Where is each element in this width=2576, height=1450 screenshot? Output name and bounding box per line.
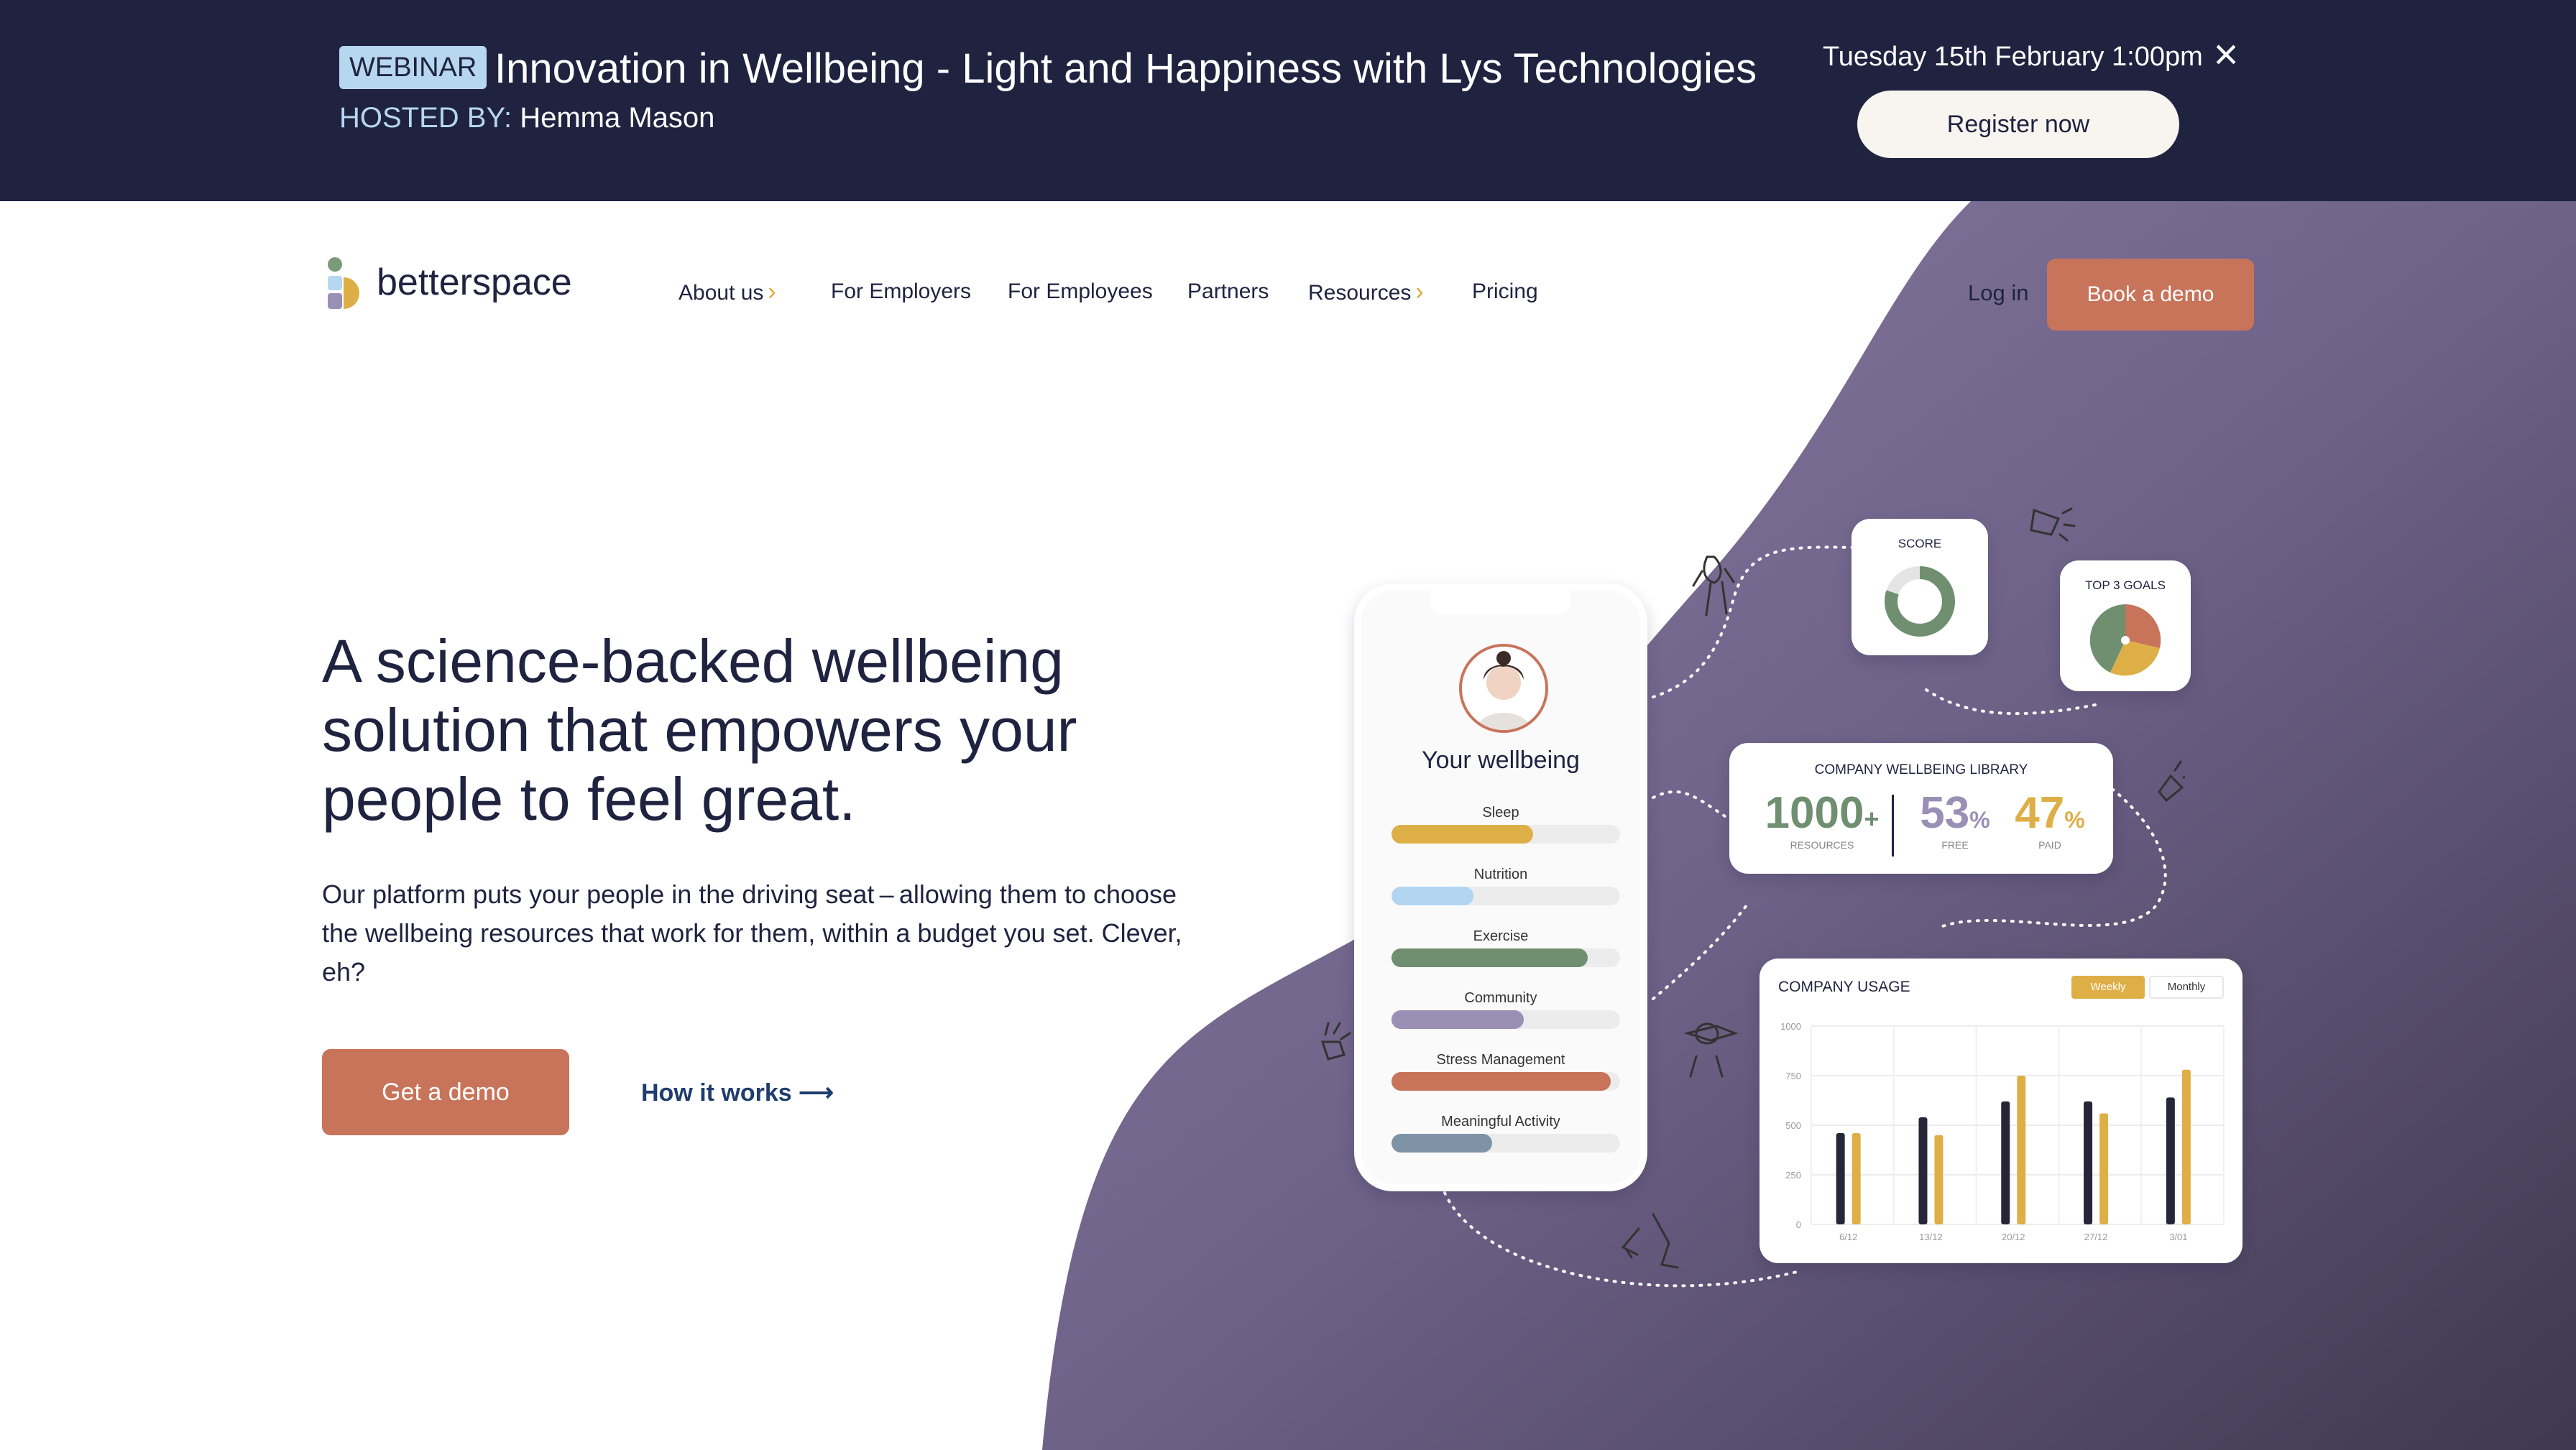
y-tick-label: 500	[1785, 1120, 1801, 1131]
webinar-title[interactable]: Innovation in Wellbeing - Light and Happ…	[494, 43, 1757, 95]
usage-bar	[1852, 1133, 1861, 1224]
metric-label: Stress Management	[1436, 1052, 1565, 1068]
free-label: FREE	[1941, 839, 1969, 851]
nav-label: Resources	[1308, 281, 1412, 305]
metric-bar-track	[1392, 1072, 1620, 1091]
library-divider	[1892, 795, 1894, 856]
y-tick-label: 0	[1796, 1219, 1801, 1230]
nav-resources[interactable]: Resources ›	[1308, 276, 1424, 309]
y-tick-label: 750	[1785, 1071, 1801, 1081]
usage-bar	[1934, 1135, 1944, 1224]
nav-about-us[interactable]: About us ›	[678, 276, 776, 309]
chevron-right-icon: ›	[1415, 278, 1424, 305]
free-value: 53	[1920, 788, 1970, 838]
x-tick-label: 3/01	[2169, 1232, 2187, 1242]
metric-bar-fill	[1392, 1010, 1524, 1029]
company-usage-card: COMPANY USAGE Weekly Monthly 0 250 500 750 1…	[1760, 959, 2242, 1263]
usage-bar	[2181, 1069, 2191, 1224]
metric-bar-fill	[1392, 887, 1474, 905]
nav-pricing[interactable]: Pricing	[1472, 276, 1538, 308]
hero-title: A science-backed wellbeing solution that…	[322, 627, 1077, 833]
usage-bar	[2084, 1101, 2093, 1224]
nav-for-employees[interactable]: For Employees	[1008, 276, 1153, 308]
free-suffix: %	[1969, 807, 1990, 833]
chevron-right-icon: ›	[768, 278, 776, 305]
metric-bar-track	[1392, 825, 1620, 844]
close-icon[interactable]: ×	[2208, 33, 2244, 76]
login-link[interactable]: Log in	[1968, 277, 2028, 309]
metric-label: Exercise	[1473, 928, 1529, 944]
score-card: SCORE	[1852, 519, 1988, 655]
goals-title: TOP 3 GOALS	[2085, 578, 2166, 592]
host-name: Hemma Mason	[520, 102, 715, 134]
avatar	[1459, 644, 1548, 733]
metric-label: Sleep	[1482, 805, 1519, 821]
y-tick-label: 250	[1785, 1170, 1801, 1181]
metric-bar-fill	[1392, 1072, 1611, 1091]
wellbeing-library-card: COMPANY WELLBEING LIBRARY 1000+ RESOURCE…	[1729, 743, 2113, 874]
webinar-banner: WEBINAR Innovation in Wellbeing - Light …	[0, 0, 2576, 201]
usage-bar	[2001, 1101, 2010, 1224]
register-button[interactable]: Register now	[1857, 91, 2179, 158]
phone-title: Your wellbeing	[1422, 747, 1580, 774]
usage-bar	[1836, 1133, 1845, 1224]
metric-bar-fill	[1392, 825, 1534, 844]
user-portrait-icon	[1462, 647, 1545, 730]
metric-bar-track	[1392, 887, 1620, 905]
betterspace-logo[interactable]: betterspace	[325, 256, 584, 313]
usage-bar	[2099, 1113, 2109, 1224]
paid-label: PAID	[2038, 839, 2061, 851]
metric-bar-fill	[1392, 1134, 1492, 1153]
usage-bar	[1918, 1117, 1928, 1224]
x-tick-label: 6/12	[1839, 1232, 1857, 1242]
metric-bar-fill	[1392, 948, 1588, 967]
score-ring-icon	[1885, 566, 1955, 637]
phone-notch	[1430, 591, 1571, 615]
hero-subtitle: Our platform puts your people in the dri…	[322, 879, 1182, 987]
library-resources-stat: 1000+ RESOURCES	[1754, 788, 1890, 851]
logo-text: betterspace	[377, 262, 572, 303]
metric-bar-track	[1392, 948, 1620, 967]
wellbeing-phone-mockup: Your wellbeing Sleep Nutrition Exercise Com…	[1354, 583, 1647, 1191]
metric-label: Community	[1464, 990, 1537, 1006]
usage-bar	[2166, 1097, 2175, 1224]
top-goals-card: TOP 3 GOALS	[2060, 560, 2191, 691]
resources-suffix: +	[1864, 804, 1880, 833]
webinar-host: HOSTED BY: Hemma Mason	[339, 101, 714, 135]
usage-bar-chart: 0 250 500 750 1000 6/12 13/12 20/12 27/12 3/01	[1780, 1021, 2225, 1242]
usage-bar	[2017, 1076, 2026, 1224]
book-demo-button[interactable]: Book a demo	[2047, 259, 2254, 331]
x-tick-label: 27/12	[2084, 1232, 2108, 1242]
resources-value: 1000	[1765, 788, 1864, 838]
nav-partners[interactable]: Partners	[1187, 276, 1269, 308]
resources-label: RESOURCES	[1790, 839, 1854, 851]
paid-suffix: %	[2064, 807, 2085, 833]
how-it-works-link[interactable]: How it works ⟶	[641, 1075, 834, 1111]
nav-label: About us	[678, 281, 764, 305]
library-title: COMPANY WELLBEING LIBRARY	[1814, 762, 2028, 777]
library-free-stat: 53% FREE	[1912, 788, 1998, 851]
get-demo-button[interactable]: Get a demo	[322, 1049, 569, 1135]
logo-mark-icon	[328, 257, 359, 309]
metric-label: Nutrition	[1473, 867, 1528, 882]
library-paid-stat: 47% PAID	[2007, 788, 2093, 851]
metric-bar-track	[1392, 1134, 1620, 1153]
x-tick-label: 20/12	[2002, 1232, 2025, 1242]
x-tick-label: 13/12	[1919, 1232, 1943, 1242]
webinar-badge: WEBINAR	[339, 46, 487, 89]
webinar-date: Tuesday 15th February 1:00pm	[1823, 42, 2203, 72]
score-title: SCORE	[1898, 537, 1942, 550]
nav-for-employers[interactable]: For Employers	[831, 276, 971, 308]
y-tick-label: 1000	[1780, 1021, 1801, 1032]
paid-value: 47	[2015, 788, 2065, 838]
goals-pie-icon	[2089, 604, 2161, 676]
metric-bar-track	[1392, 1010, 1620, 1029]
hosted-by-label: HOSTED BY:	[339, 102, 512, 134]
metric-label: Meaningful Activity	[1441, 1114, 1560, 1130]
